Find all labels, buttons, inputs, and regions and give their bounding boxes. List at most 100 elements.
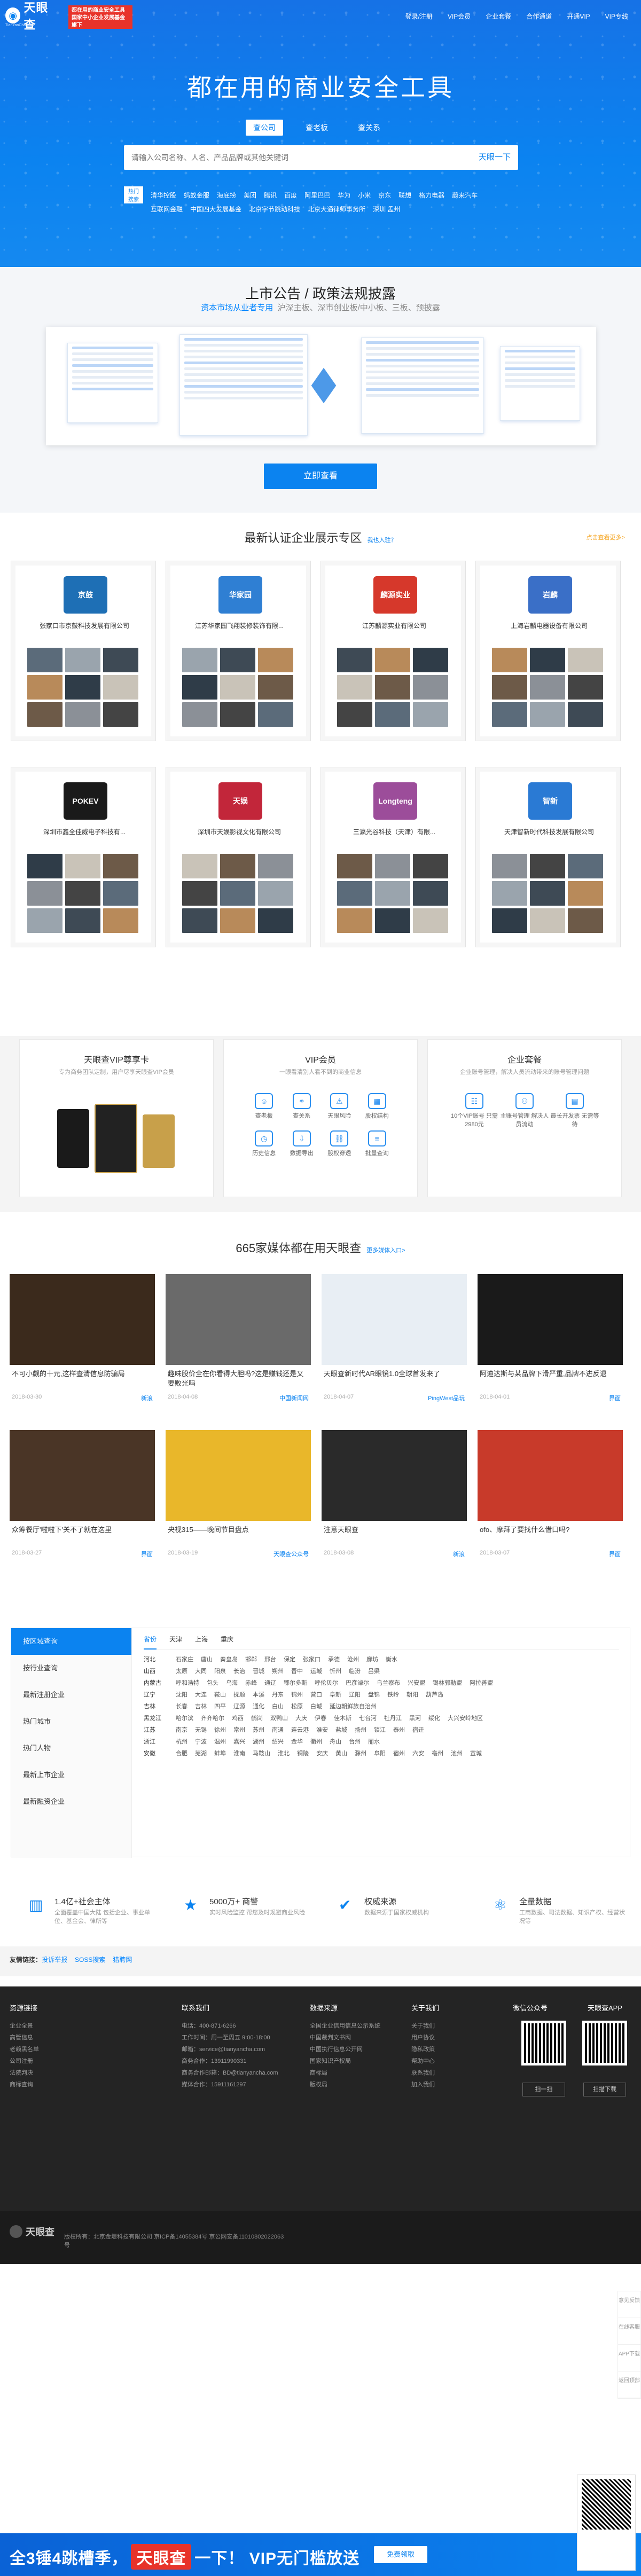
city-link[interactable]: 通辽 [264, 1677, 276, 1689]
enterprise-photo[interactable] [492, 648, 527, 672]
city-link[interactable]: 邯郸 [245, 1654, 257, 1666]
city-link[interactable]: 长治 [233, 1666, 245, 1677]
hot-search-item[interactable]: 北京大通律师事务所 [308, 205, 365, 214]
city-link[interactable]: 沈阳 [176, 1689, 187, 1701]
vip-card-member[interactable]: VIP会员 一眼看清别人看不到的商业信息 ☺ 查老板 ⚭ 查关系 ⚠ 天眼风险 ▦ 股权结构 ◷… [223, 1039, 418, 1197]
join-link[interactable]: 我也入驻？ [368, 537, 397, 544]
province-label[interactable]: 内蒙古 [144, 1677, 176, 1689]
city-link[interactable]: 朝阳 [407, 1689, 418, 1701]
city-link[interactable]: 邢台 [264, 1654, 276, 1666]
city-link[interactable]: 舟山 [330, 1736, 341, 1748]
enterprise-photo[interactable] [258, 648, 293, 672]
hot-search-item[interactable]: 格力电器 [419, 191, 444, 200]
nav-cooperation[interactable]: 合作通道 [519, 12, 559, 21]
enterprise-photo[interactable] [258, 675, 293, 700]
enterprise-photo[interactable] [492, 675, 527, 700]
enterprise-photo[interactable] [103, 854, 138, 878]
city-link[interactable]: 南通 [272, 1724, 284, 1736]
enterprise-photo[interactable] [530, 648, 565, 672]
more-enterprises-link[interactable]: 点击查看更多> [587, 533, 625, 541]
side-float-item[interactable]: 返回顶部 [618, 2371, 640, 2398]
enterprise-photo[interactable] [530, 675, 565, 700]
nav-enterprise[interactable]: 企业套餐 [478, 12, 519, 21]
footer-link[interactable]: 商务合作：13911990331 [182, 2055, 278, 2067]
city-link[interactable]: 白山 [272, 1701, 284, 1713]
region-side-item[interactable]: 最新融资企业 [11, 1788, 131, 1815]
media-source[interactable]: PingWest品玩 [428, 1394, 465, 1402]
enterprise-photo[interactable] [375, 702, 410, 727]
enterprise-photo[interactable] [258, 881, 293, 906]
media-caption[interactable]: 众筹餐厅'啦啦下'关不了就在这里 [10, 1521, 155, 1544]
city-link[interactable]: 晋城 [253, 1666, 264, 1677]
city-link[interactable]: 六安 [412, 1748, 424, 1760]
nav-vip[interactable]: VIP会员 [440, 12, 478, 21]
province-label[interactable]: 山西 [144, 1666, 176, 1677]
city-link[interactable]: 宿迁 [412, 1724, 424, 1736]
city-link[interactable]: 佳木斯 [334, 1713, 351, 1724]
footer-link[interactable]: 帮助中心 [411, 2055, 439, 2067]
hot-search-item[interactable]: 海底捞 [217, 191, 236, 200]
city-link[interactable]: 鞍山 [214, 1689, 226, 1701]
city-link[interactable]: 无锡 [195, 1724, 207, 1736]
city-link[interactable]: 泰州 [393, 1724, 405, 1736]
city-link[interactable]: 大同 [195, 1666, 207, 1677]
city-link[interactable]: 衡水 [386, 1654, 397, 1666]
city-link[interactable]: 营口 [310, 1689, 322, 1701]
enterprise-photo[interactable] [27, 854, 62, 878]
enterprise-photo[interactable] [492, 702, 527, 727]
city-link[interactable]: 黑河 [409, 1713, 421, 1724]
city-link[interactable]: 阳泉 [214, 1666, 226, 1677]
media-caption[interactable]: 注意天眼查 [322, 1521, 467, 1544]
media-caption[interactable]: 央视315——晚间节目盘点 [166, 1521, 311, 1544]
city-link[interactable]: 乌海 [226, 1677, 238, 1689]
city-link[interactable]: 大庆 [295, 1713, 307, 1724]
enterprise-photo[interactable] [530, 702, 565, 727]
city-link[interactable]: 宣城 [470, 1748, 482, 1760]
enterprise-card[interactable]: 智新 天津智新时代科技发展有限公司 [475, 767, 621, 947]
city-link[interactable]: 辽源 [233, 1701, 245, 1713]
enterprise-photo[interactable] [27, 648, 62, 672]
enterprise-photo[interactable] [65, 675, 100, 700]
city-link[interactable]: 阜新 [330, 1689, 341, 1701]
enterprise-photo[interactable] [530, 881, 565, 906]
media-caption[interactable]: 不可小觑的十元,这样查清信息防骗局 [10, 1365, 155, 1388]
hot-search-item[interactable]: 清华控股 [151, 191, 176, 200]
more-media-link[interactable]: 更多媒体入口> [366, 1247, 405, 1254]
enterprise-card[interactable]: POKEV 深圳市鑫全佳威电子科技有... [11, 767, 156, 947]
enterprise-photo[interactable] [375, 854, 410, 878]
enterprise-photo[interactable] [337, 702, 372, 727]
city-link[interactable]: 绥化 [428, 1713, 440, 1724]
province-label[interactable]: 浙江 [144, 1736, 176, 1748]
city-link[interactable]: 丹东 [272, 1689, 284, 1701]
city-link[interactable]: 通化 [253, 1701, 264, 1713]
city-link[interactable]: 沧州 [347, 1654, 359, 1666]
enterprise-photo[interactable] [27, 702, 62, 727]
media-card[interactable]: 趣味股价全在你看得大胆吗?这是赚钱还是又要败光吗 2018-04-08 中国新闻网 [166, 1274, 311, 1419]
media-image[interactable] [166, 1274, 311, 1365]
enterprise-photo[interactable] [492, 881, 527, 906]
enterprise-photo[interactable] [103, 702, 138, 727]
city-link[interactable]: 盘锦 [368, 1689, 380, 1701]
city-link[interactable]: 锦州 [291, 1689, 303, 1701]
city-link[interactable]: 淮安 [316, 1724, 328, 1736]
media-source[interactable]: 界面 [609, 1550, 621, 1558]
footer-link[interactable]: 中国裁判文书网 [310, 2032, 380, 2044]
footer-link[interactable]: 关于我们 [411, 2020, 439, 2032]
city-link[interactable]: 苏州 [253, 1724, 264, 1736]
city-link[interactable]: 本溪 [253, 1689, 264, 1701]
city-link[interactable]: 鹤岗 [251, 1713, 263, 1724]
enterprise-photo[interactable] [530, 854, 565, 878]
city-link[interactable]: 大兴安岭地区 [448, 1713, 483, 1724]
city-link[interactable]: 张家口 [303, 1654, 320, 1666]
enterprise-photo[interactable] [568, 908, 603, 933]
footer-link[interactable]: 商标查询 [10, 2079, 39, 2091]
footer-link[interactable]: 联系我们 [411, 2067, 439, 2079]
media-image[interactable] [322, 1274, 467, 1365]
media-card[interactable]: ofo、摩拜了要找什么借口吗? 2018-03-07 界面 [478, 1430, 623, 1575]
region-side-item[interactable]: 热门人物 [11, 1735, 131, 1762]
city-link[interactable]: 连云港 [291, 1724, 309, 1736]
hot-search-item[interactable]: 中国四大发展基金 [190, 205, 241, 214]
province-label[interactable]: 河北 [144, 1654, 176, 1666]
hot-search-item[interactable]: 华为 [338, 191, 350, 200]
enterprise-card[interactable]: 麟源实业 江苏麟源实业有限公司 [320, 561, 466, 741]
